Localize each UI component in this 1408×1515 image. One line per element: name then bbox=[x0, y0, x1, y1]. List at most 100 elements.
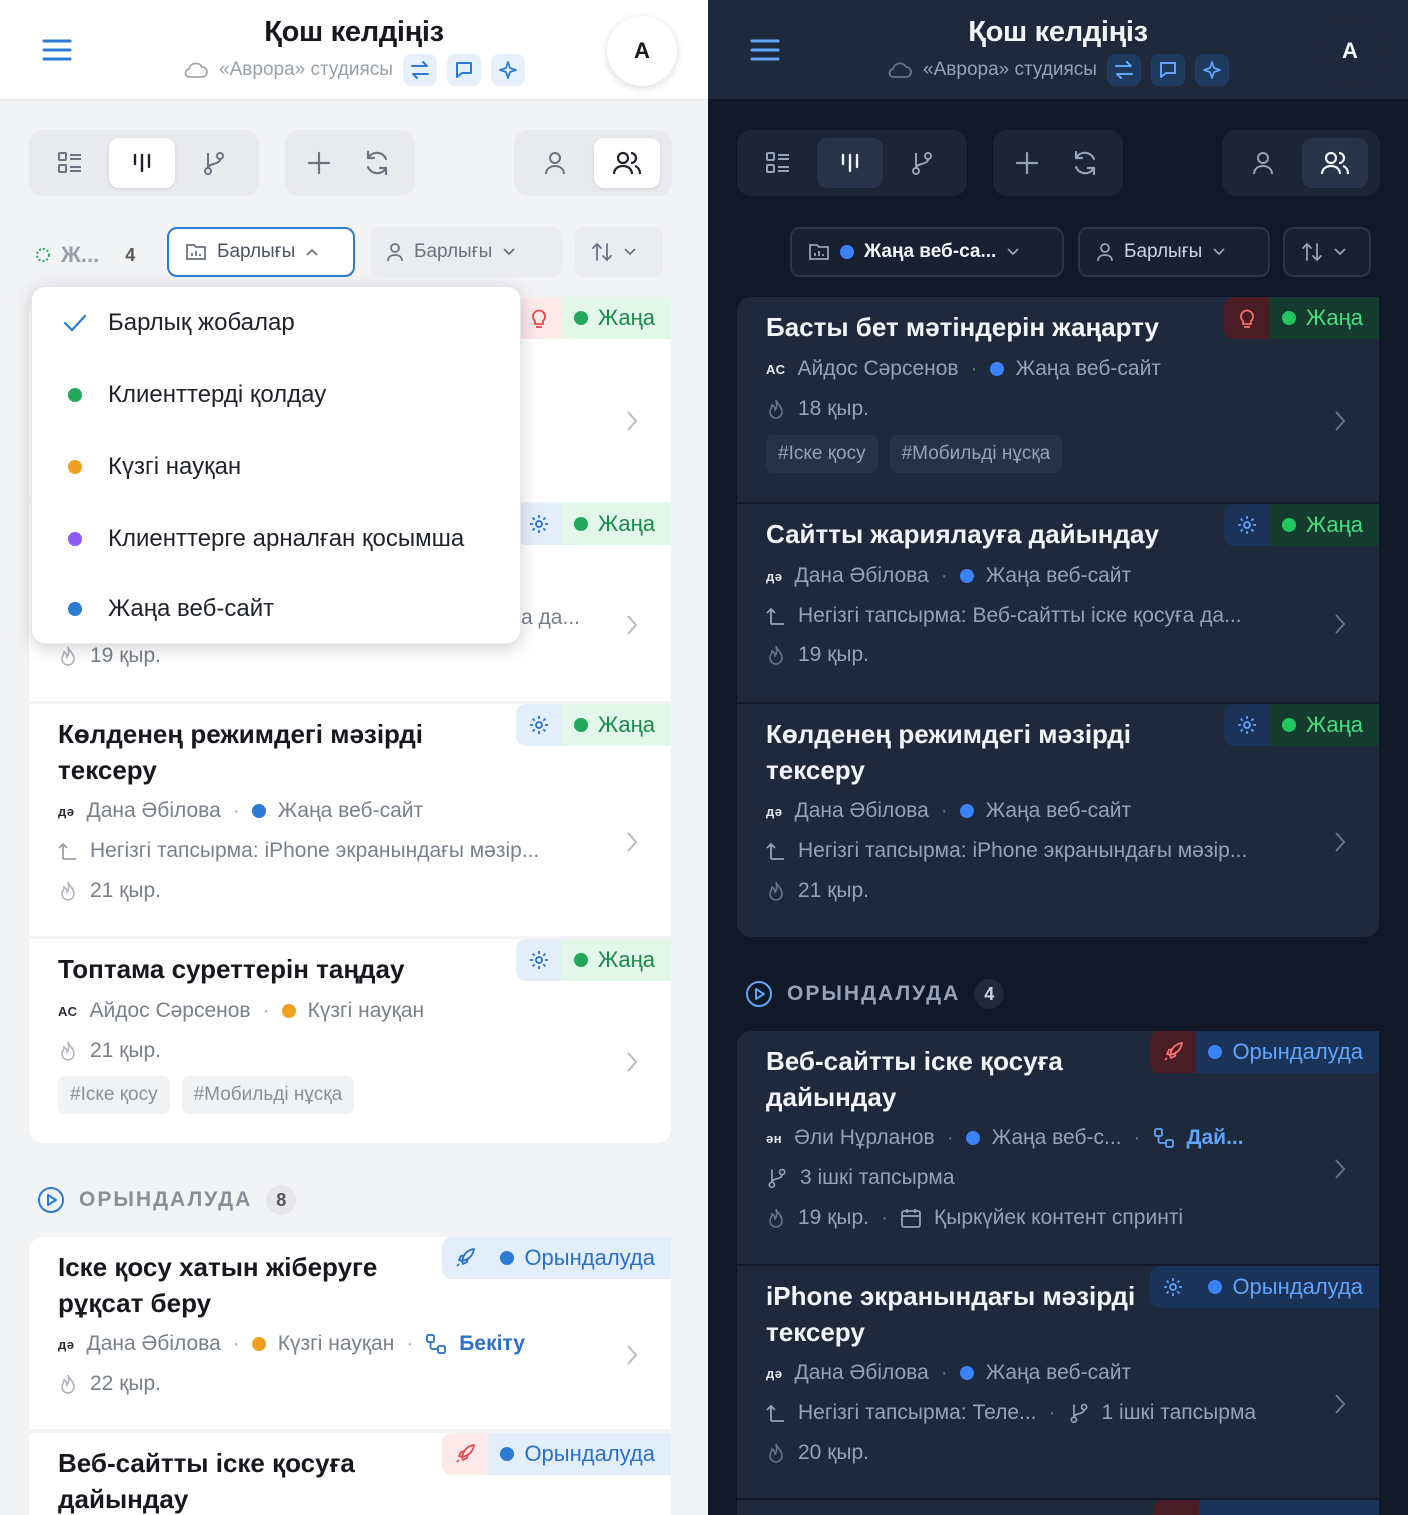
lightbulb-icon bbox=[1239, 309, 1254, 328]
chat-button[interactable] bbox=[1150, 54, 1185, 86]
dropdown-item-project[interactable]: Клиенттерді қолдау bbox=[32, 365, 520, 425]
task-card[interactable]: Жаңа Көлденең режимдегі мәзірді тексеру … bbox=[29, 704, 671, 936]
workflow-icon bbox=[426, 1334, 447, 1354]
task-card[interactable]: Орындалуда Веб-сайтты іске қосуға дайынд… bbox=[29, 1433, 671, 1515]
refresh-button[interactable] bbox=[1059, 138, 1111, 188]
people-icon bbox=[612, 151, 642, 175]
task-card[interactable]: Орындалуда iPhone экранындағы мәзірді те… bbox=[737, 1266, 1379, 1498]
my-tasks-button[interactable] bbox=[1230, 138, 1296, 188]
sort-icon bbox=[1302, 242, 1322, 262]
team-tasks-button[interactable] bbox=[594, 138, 660, 188]
arrow-up-left-icon bbox=[766, 607, 784, 625]
refresh-icon bbox=[366, 150, 388, 176]
my-tasks-button[interactable] bbox=[522, 138, 588, 188]
assignee-filter-value: Барлығы bbox=[414, 241, 493, 262]
project-filter[interactable]: Барлығы bbox=[167, 227, 355, 277]
task-tags: #Іске қосу #Мобильді нұсқа bbox=[766, 435, 1063, 473]
board-view-icon bbox=[841, 153, 859, 173]
avatar[interactable]: A bbox=[1315, 16, 1385, 86]
task-title: Веб-сайтты іске қосуға дайындау bbox=[766, 1046, 1063, 1112]
task-card[interactable]: Орындалуда Веб-сайтты іске қосуға дайынд… bbox=[737, 1031, 1379, 1264]
lightbulb-icon bbox=[531, 309, 546, 328]
task-meta: дә Дана Әбілова · Жаңа веб-сайт bbox=[766, 1361, 1132, 1384]
ai-button[interactable] bbox=[1194, 54, 1229, 86]
avatar[interactable]: A bbox=[607, 16, 677, 86]
list-view-button[interactable] bbox=[745, 138, 811, 188]
add-button[interactable] bbox=[293, 138, 345, 188]
dark-theme-panel: Қош келдіңіз «Аврора» студиясы A Жаңа ве… bbox=[708, 0, 1408, 1515]
section-title: ОРЫНДАЛУДА bbox=[787, 982, 961, 1005]
branch-view-button[interactable] bbox=[181, 138, 247, 188]
workflow-link[interactable]: Дай... bbox=[1187, 1126, 1244, 1150]
plus-icon bbox=[1015, 151, 1039, 175]
dropdown-item-project[interactable]: Күзгі науқан bbox=[32, 437, 520, 497]
workflow-link[interactable]: Бекіту bbox=[459, 1332, 525, 1356]
task-title: Көлденең режимдегі мәзірді тексеру bbox=[58, 719, 424, 785]
chevron-down-icon bbox=[1334, 248, 1346, 256]
view-switcher bbox=[29, 130, 259, 196]
gear-icon bbox=[1237, 516, 1256, 534]
page-title: Қош келдіңіз bbox=[264, 16, 444, 48]
subtasks: 3 ішкі тапсырма bbox=[766, 1166, 955, 1190]
person-icon bbox=[387, 243, 403, 262]
person-icon bbox=[1253, 152, 1273, 175]
task-card[interactable]: Орындалуда Іске қосу хатын жіберуге рұқс… bbox=[29, 1237, 671, 1429]
task-card[interactable]: Жаңа Көлденең режимдегі мәзірді тексеру … bbox=[737, 704, 1379, 937]
task-title: Іске қосу хатын жіберуге рұқсат беру bbox=[58, 1252, 378, 1318]
list-view-button[interactable] bbox=[37, 138, 103, 188]
switch-button[interactable] bbox=[1106, 54, 1141, 86]
team-tasks-button[interactable] bbox=[1302, 138, 1368, 188]
task-card[interactable]: Жаңа Топтама суреттерін таңдау АС Айдос С… bbox=[29, 939, 671, 1143]
task-card[interactable]: Жаңа Басты бет мәтіндерін жаңарту АС Айдо… bbox=[737, 297, 1379, 502]
project-color-dot bbox=[68, 532, 82, 546]
dropdown-item-project[interactable]: Клиенттерге арналған қосымша bbox=[32, 509, 520, 569]
project-color-dot bbox=[68, 602, 82, 616]
tag[interactable]: #Мобильді нұсқа bbox=[889, 435, 1063, 473]
sort-button[interactable] bbox=[575, 227, 663, 277]
section-header-in-progress[interactable]: ОРЫНДАЛУДА 8 bbox=[37, 1185, 297, 1215]
task-card[interactable]: Жаңа Сайтты жариялауға дайындау дә Дана Ә… bbox=[737, 504, 1379, 702]
assignee-filter-value: Барлығы bbox=[1124, 241, 1203, 262]
section-header-in-progress[interactable]: ОРЫНДАЛУДА 4 bbox=[745, 979, 1005, 1009]
arrow-up-left-icon bbox=[766, 1404, 784, 1422]
folder-chart-icon bbox=[186, 244, 206, 260]
group-count: 4 bbox=[125, 244, 136, 265]
tag[interactable]: #Іске қосу bbox=[766, 435, 878, 473]
status-badge: Орындалуда bbox=[442, 1433, 671, 1475]
fire-icon bbox=[769, 399, 783, 419]
chat-button[interactable] bbox=[446, 54, 481, 86]
section-title: ОРЫНДАЛУДА bbox=[79, 1188, 253, 1211]
studio-name: «Аврора» студиясы bbox=[219, 59, 393, 80]
refresh-button[interactable] bbox=[351, 138, 403, 188]
parent-task: Негізгі тапсырма: Веб-сайтты іске қосуға… bbox=[766, 604, 1242, 628]
task-meta: АС Айдос Сәрсенов · Жаңа веб-сайт bbox=[766, 357, 1161, 380]
status-badge: Орындалуда bbox=[1150, 1266, 1379, 1308]
status-badge: Орындалуда bbox=[442, 1237, 671, 1279]
switch-button[interactable] bbox=[402, 54, 437, 86]
board-view-button[interactable] bbox=[817, 138, 883, 188]
dropdown-item-project[interactable]: Жаңа веб-сайт bbox=[32, 579, 520, 639]
assignee-filter[interactable]: Барлығы bbox=[370, 227, 562, 277]
parent-task: Негізгі тапсырма: iPhone экранындағы мәз… bbox=[58, 839, 539, 863]
group-header[interactable]: Ж... 4 bbox=[35, 240, 145, 270]
sort-button[interactable] bbox=[1283, 227, 1371, 277]
assignee-filter[interactable]: Барлығы bbox=[1078, 227, 1270, 277]
action-group bbox=[993, 130, 1123, 196]
project-filter[interactable]: Жаңа веб-са... bbox=[790, 227, 1064, 277]
status-badge: Жаңа bbox=[515, 939, 671, 981]
tag[interactable]: #Іске қосу bbox=[58, 1076, 170, 1114]
section-count: 8 bbox=[266, 1185, 297, 1215]
task-meta: дә Дана Әбілова · Жаңа веб-сайт bbox=[766, 799, 1132, 822]
add-button[interactable] bbox=[1001, 138, 1053, 188]
play-circle-icon bbox=[38, 1187, 64, 1213]
branch-view-button[interactable] bbox=[889, 138, 955, 188]
chevron-right-icon bbox=[1335, 614, 1346, 634]
person-icon bbox=[1097, 243, 1113, 262]
dropdown-item-all-projects[interactable]: Барлық жобалар bbox=[32, 293, 520, 353]
board-view-button[interactable] bbox=[109, 138, 175, 188]
task-meta: дә Дана Әбілова · Жаңа веб-сайт bbox=[766, 564, 1132, 587]
tag[interactable]: #Мобильді нұсқа bbox=[181, 1076, 355, 1114]
ai-button[interactable] bbox=[490, 54, 525, 86]
assignee-scope bbox=[1222, 130, 1380, 196]
task-card[interactable] bbox=[737, 1500, 1379, 1515]
